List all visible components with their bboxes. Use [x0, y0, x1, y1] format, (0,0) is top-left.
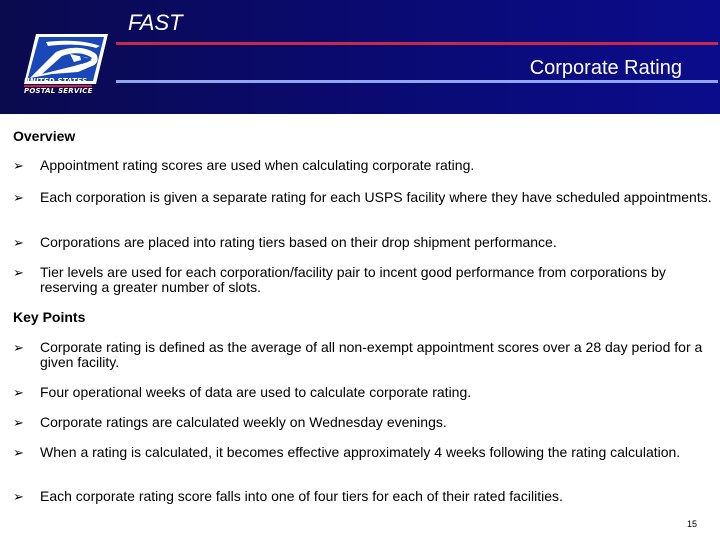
- arrow-bullet-icon: ➢: [13, 415, 24, 430]
- bullet-text: Each corporate rating score falls into o…: [40, 488, 563, 504]
- bullet-text: Corporate rating is defined as the avera…: [40, 339, 703, 370]
- bullet-text: Corporations are placed into rating tier…: [40, 234, 557, 250]
- bullet-text: Each corporation is given a separate rat…: [40, 189, 712, 205]
- arrow-bullet-icon: ➢: [13, 265, 24, 280]
- arrow-bullet-icon: ➢: [13, 340, 24, 355]
- bullet-text: Tier levels are used for each corporatio…: [40, 264, 666, 295]
- bullet-text: Four operational weeks of data are used …: [40, 384, 472, 400]
- blue-rule: [116, 80, 718, 83]
- app-title: FAST: [128, 10, 183, 35]
- bullet-text: Corporate ratings are calculated weekly …: [40, 414, 447, 430]
- arrow-bullet-icon: ➢: [13, 445, 24, 460]
- logo-line-1: UNITED STATES: [24, 77, 88, 85]
- red-rule: [116, 42, 718, 45]
- logo-line-2: POSTAL SERVICE: [24, 87, 93, 95]
- arrow-bullet-icon: ➢: [13, 235, 24, 250]
- section-heading-overview: Overview: [13, 128, 76, 144]
- arrow-bullet-icon: ➢: [13, 158, 24, 173]
- arrow-bullet-icon: ➢: [13, 190, 24, 205]
- arrow-bullet-icon: ➢: [13, 385, 24, 400]
- bullet-text: Appointment rating scores are used when …: [40, 157, 475, 173]
- bullet-text: When a rating is calculated, it becomes …: [40, 444, 681, 460]
- arrow-bullet-icon: ➢: [13, 489, 24, 504]
- slide-header: UNITED STATES POSTAL SERVICE FAST Corpor…: [0, 0, 720, 114]
- page-number: 15: [687, 519, 698, 529]
- page-title: Corporate Rating: [529, 57, 682, 79]
- section-heading-key-points: Key Points: [13, 309, 86, 325]
